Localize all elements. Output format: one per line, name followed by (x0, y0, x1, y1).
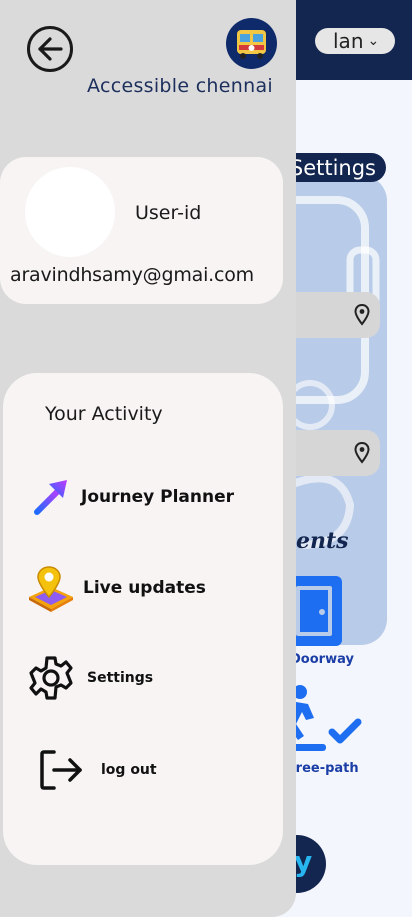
menu-item-live-updates[interactable]: Live updates (25, 562, 206, 614)
map-pin-icon (25, 562, 77, 614)
bus-logo-icon (226, 18, 277, 69)
app-name: Accessible chennai (87, 75, 273, 97)
profile-card: User-id aravindhsamy@gmai.com (0, 157, 283, 304)
app-screen: lan ⌄ Settings ents Doorway free-path y … (0, 0, 412, 917)
location-pin-icon[interactable] (354, 442, 370, 464)
menu-item-label: Journey Planner (81, 487, 234, 507)
navigation-drawer: Accessible chennai User-id aravindhsamy@… (0, 0, 296, 917)
doorway-label: Doorway (290, 652, 354, 667)
floating-button-label: y (294, 845, 313, 878)
events-heading: ents (296, 528, 349, 554)
menu-item-journey-planner[interactable]: Journey Planner (25, 471, 234, 523)
arrow-up-right-icon (25, 471, 77, 523)
logout-icon (35, 744, 87, 796)
language-label: lan (333, 29, 364, 53)
menu-item-label: log out (101, 762, 157, 778)
user-email: aravindhsamy@gmai.com (10, 264, 254, 286)
chevron-down-icon: ⌄ (367, 33, 380, 49)
settings-tab-label: Settings (289, 155, 376, 180)
menu-item-log-out[interactable]: log out (35, 744, 157, 796)
location-pin-icon[interactable] (354, 304, 370, 326)
user-id-label: User-id (135, 202, 202, 224)
menu-item-label: Settings (87, 670, 154, 686)
activity-card: Your Activity Journey Planner Live updat… (3, 373, 283, 865)
menu-item-settings[interactable]: Settings (25, 652, 153, 704)
menu-item-label: Live updates (83, 578, 206, 598)
avatar[interactable] (25, 167, 115, 257)
gear-icon (25, 652, 77, 704)
activity-title: Your Activity (45, 403, 163, 425)
language-select[interactable]: lan ⌄ (315, 28, 395, 54)
free-path-label: free-path (290, 761, 359, 776)
back-button[interactable] (27, 26, 73, 72)
arrow-left-circle-icon (38, 37, 63, 61)
